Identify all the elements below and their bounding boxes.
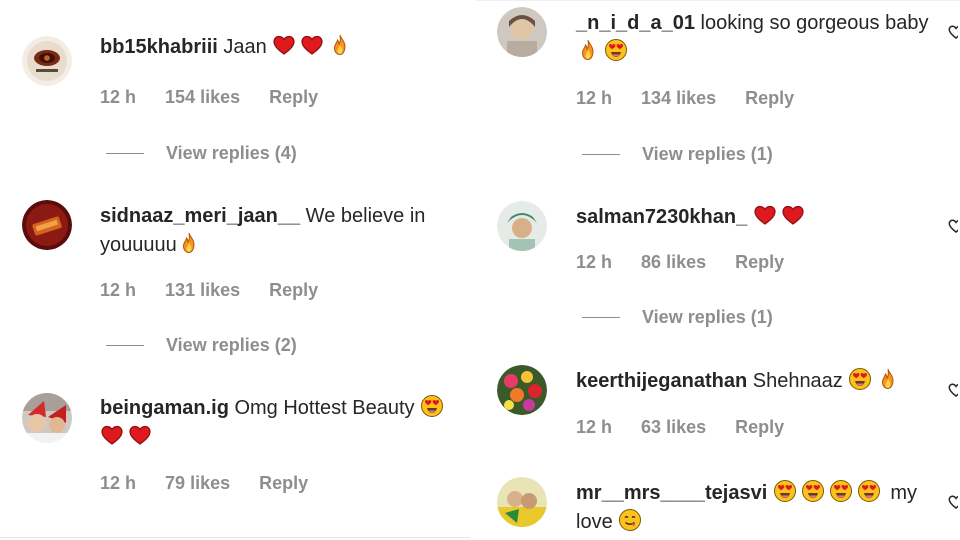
- username[interactable]: _n_i_d_a_01: [576, 12, 695, 34]
- heart-outline-icon[interactable]: [944, 23, 958, 41]
- comment-time[interactable]: 12 h: [576, 252, 612, 272]
- reply-button[interactable]: Reply: [735, 252, 784, 272]
- red-heart-emoji: [300, 33, 324, 57]
- view-replies-label[interactable]: View replies (1): [642, 144, 773, 165]
- comment-text: beingaman.ig Omg Hottest Beauty: [100, 394, 450, 452]
- comment-body: Shehnaaz: [747, 370, 849, 392]
- comment-likes[interactable]: 79 likes: [165, 473, 230, 493]
- reply-button[interactable]: Reply: [269, 280, 318, 300]
- comments-panel-left: bb15khabriii Jaan 12 h 154 likes Reply V…: [0, 0, 470, 540]
- red-heart-emoji: [100, 423, 124, 447]
- view-replies-button[interactable]: View replies (4): [106, 143, 297, 164]
- comment-likes[interactable]: 63 likes: [641, 417, 706, 437]
- reply-button[interactable]: Reply: [735, 417, 784, 437]
- reply-button[interactable]: Reply: [269, 87, 318, 107]
- view-replies-button[interactable]: View replies (1): [582, 144, 773, 165]
- heart-outline-icon[interactable]: [944, 381, 958, 399]
- username[interactable]: keerthijeganathan: [576, 370, 747, 392]
- avatar[interactable]: [497, 477, 547, 527]
- comment-text: salman7230khan_: [576, 203, 946, 232]
- view-replies-button[interactable]: View replies (2): [106, 335, 297, 356]
- view-replies-button[interactable]: View replies (1): [582, 307, 773, 328]
- avatar[interactable]: [22, 393, 72, 443]
- avatar[interactable]: [497, 365, 547, 415]
- heart-eyes-emoji: [420, 394, 444, 418]
- replies-divider-line: [582, 154, 620, 155]
- username[interactable]: sidnaaz_meri_jaan__: [100, 205, 300, 227]
- reply-button[interactable]: Reply: [259, 473, 308, 493]
- red-heart-emoji: [272, 33, 296, 57]
- fire-emoji: [576, 38, 600, 62]
- username[interactable]: bb15khabriii: [100, 36, 218, 58]
- comment-likes[interactable]: 86 likes: [641, 252, 706, 272]
- username[interactable]: salman7230khan_: [576, 206, 747, 228]
- comment-time[interactable]: 12 h: [100, 473, 136, 493]
- comment-meta: 12 h 154 likes Reply: [100, 87, 342, 108]
- heart-eyes-emoji: [801, 479, 825, 503]
- comment-likes[interactable]: 154 likes: [165, 87, 240, 107]
- heart-eyes-emoji: [848, 367, 872, 391]
- replies-divider-line: [106, 153, 144, 154]
- comment-likes[interactable]: 134 likes: [641, 88, 716, 108]
- username[interactable]: mr__mrs____tejasvi: [576, 482, 767, 504]
- face-savoring-emoji: [618, 508, 642, 532]
- comment-meta: 12 h 131 likes Reply: [100, 280, 342, 301]
- heart-eyes-emoji: [829, 479, 853, 503]
- replies-divider-line: [106, 345, 144, 346]
- comment-time[interactable]: 12 h: [576, 88, 612, 108]
- comment-time[interactable]: 12 h: [576, 417, 612, 437]
- view-replies-label[interactable]: View replies (4): [166, 143, 297, 164]
- fire-emoji: [177, 231, 201, 255]
- comment-text: bb15khabriii Jaan: [100, 33, 450, 62]
- comment-meta: 12 h 86 likes Reply: [576, 252, 808, 273]
- comment-body: looking so gorgeous baby: [694, 12, 929, 34]
- comment-meta: 12 h 63 likes Reply: [576, 417, 808, 438]
- fire-emoji: [876, 367, 900, 391]
- replies-divider-line: [582, 317, 620, 318]
- heart-eyes-emoji: [604, 38, 628, 62]
- comment-time[interactable]: 12 h: [100, 280, 136, 300]
- comment-body: Jaan: [217, 36, 273, 58]
- reply-button[interactable]: Reply: [745, 88, 794, 108]
- comments-panel-right: _n_i_d_a_01 looking so gorgeous baby 12 …: [476, 0, 960, 540]
- avatar[interactable]: [22, 200, 72, 250]
- comment-likes[interactable]: 131 likes: [165, 280, 240, 300]
- comment-text: sidnaaz_meri_jaan__ We believe in youuuu…: [100, 202, 450, 260]
- red-heart-emoji: [753, 203, 777, 227]
- heart-eyes-emoji: [773, 479, 797, 503]
- red-heart-emoji: [128, 423, 152, 447]
- view-replies-label[interactable]: View replies (1): [642, 307, 773, 328]
- comment-meta: 12 h 79 likes Reply: [100, 473, 332, 494]
- fire-emoji: [328, 33, 352, 57]
- username[interactable]: beingaman.ig: [100, 397, 229, 419]
- comment-meta: 12 h 134 likes Reply: [576, 88, 818, 109]
- comment-text: keerthijeganathan Shehnaaz: [576, 367, 946, 396]
- heart-outline-icon[interactable]: [944, 217, 958, 235]
- comment-time[interactable]: 12 h: [100, 87, 136, 107]
- red-heart-emoji: [781, 203, 805, 227]
- heart-outline-icon[interactable]: [944, 493, 958, 511]
- avatar[interactable]: [497, 7, 547, 57]
- heart-eyes-emoji: [857, 479, 881, 503]
- comment-text: mr__mrs____tejasvi my love: [576, 479, 946, 537]
- avatar[interactable]: [22, 36, 72, 86]
- divider: [0, 537, 470, 538]
- view-replies-label[interactable]: View replies (2): [166, 335, 297, 356]
- comment-text: _n_i_d_a_01 looking so gorgeous baby: [576, 9, 946, 67]
- comment-body: Omg Hottest Beauty: [228, 397, 421, 419]
- avatar[interactable]: [497, 201, 547, 251]
